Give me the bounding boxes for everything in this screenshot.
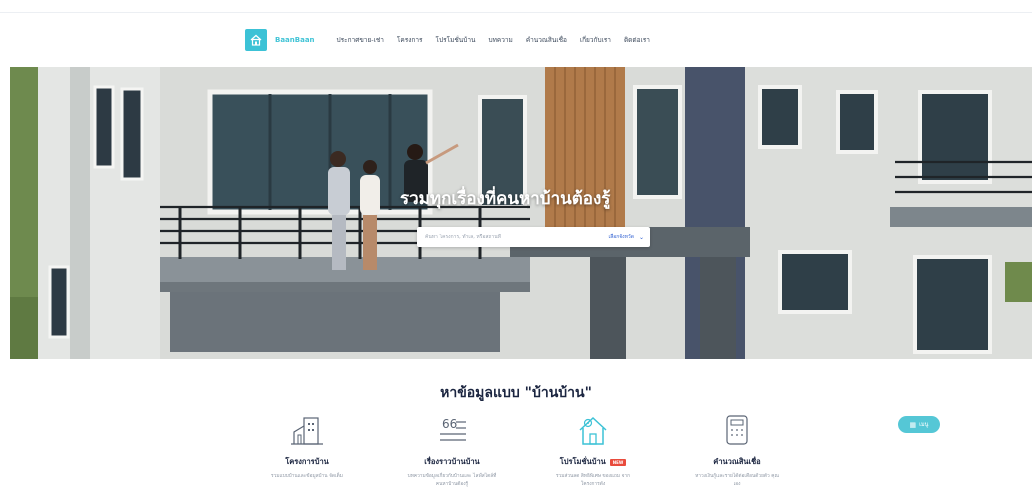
card-promotions-desc: รวมส่วนลด สิทธิพิเศษ ของแถม จากโครงการดั…: [555, 474, 631, 487]
card-loan-desc: หาวงเงินกู้และรายได้ต่อเดือนด้วยตัว คุณเ…: [695, 474, 779, 487]
chevron-down-icon: ⌄: [638, 233, 644, 241]
card-promotions-title: โปรโมชั่นบ้าน: [559, 457, 606, 466]
province-select-label: เลือกจังหวัด: [608, 234, 634, 240]
quote-icon: 66: [440, 417, 466, 441]
card-loan-title: คำนวณสินเชื่อ: [713, 457, 761, 466]
menu-button[interactable]: ▦ เมนู: [898, 416, 940, 433]
nav-item-about[interactable]: เกี่ยวกับเรา: [580, 35, 611, 45]
new-badge: NEW: [609, 458, 627, 466]
card-stories[interactable]: 66 เรื่องราวบ้านบ้าน บทความข้อมูลเกี่ยวก…: [387, 414, 517, 489]
house-gear-icon: [579, 416, 607, 445]
nav-item-articles[interactable]: บทความ: [488, 35, 512, 45]
card-projects-desc: รวมแบบบ้านและข้อมูลบ้าน จัดเต็ม: [271, 474, 343, 479]
nav-item-contact[interactable]: ติดต่อเรา: [624, 35, 650, 45]
nav-item-projects[interactable]: โครงการ: [397, 35, 423, 45]
card-promotions[interactable]: โปรโมชั่นบ้าน NEW รวมส่วนลด สิทธิพิเศษ ข…: [528, 414, 658, 489]
hero-house-illustration: [10, 67, 1032, 359]
logo-house-icon[interactable]: [245, 29, 267, 51]
card-stories-title: เรื่องราวบ้านบ้าน: [424, 457, 480, 466]
card-loan-calculator[interactable]: คำนวณสินเชื่อ หาวงเงินกู้และรายได้ต่อเดื…: [672, 414, 802, 489]
hero-search-bar: เลือกจังหวัด ⌄: [417, 227, 650, 247]
nav-item-loan-calculator[interactable]: คำนวณสินเชื่อ: [526, 35, 567, 45]
hero-title: รวมทุกเรื่องที่คนหาบ้านต้องรู้: [400, 189, 611, 209]
top-divider: [0, 12, 1032, 13]
grid-icon: ▦: [909, 420, 917, 429]
card-projects[interactable]: โครงการบ้าน รวมแบบบ้านและข้อมูลบ้าน จัดเ…: [242, 414, 372, 481]
section-title: หาข้อมูลแบบ "บ้านบ้าน": [440, 385, 592, 401]
brand-name[interactable]: BaanBaan: [275, 36, 315, 44]
nav-item-listings[interactable]: ประกาศขาย-เช่า: [337, 35, 384, 45]
svg-text:66: 66: [442, 417, 457, 431]
building-icon: [291, 417, 323, 445]
card-projects-title: โครงการบ้าน: [285, 457, 329, 466]
top-navbar: BaanBaan ประกาศขาย-เช่า โครงการ โปรโมชั่…: [245, 28, 663, 52]
card-stories-desc: บทความข้อมูลเกี่ยวกับบ้านและ ไลฟ์สไตล์ที…: [407, 474, 497, 487]
nav-item-promotions[interactable]: โปรโมชั่นบ้าน: [436, 35, 476, 45]
province-select[interactable]: เลือกจังหวัด ⌄: [608, 233, 644, 241]
hero-banner: รวมทุกเรื่องที่คนหาบ้านต้องรู้ เลือกจังห…: [10, 67, 1032, 359]
search-input[interactable]: [425, 234, 585, 240]
menu-button-label: เมนู: [919, 421, 929, 428]
calculator-icon: [726, 415, 748, 445]
